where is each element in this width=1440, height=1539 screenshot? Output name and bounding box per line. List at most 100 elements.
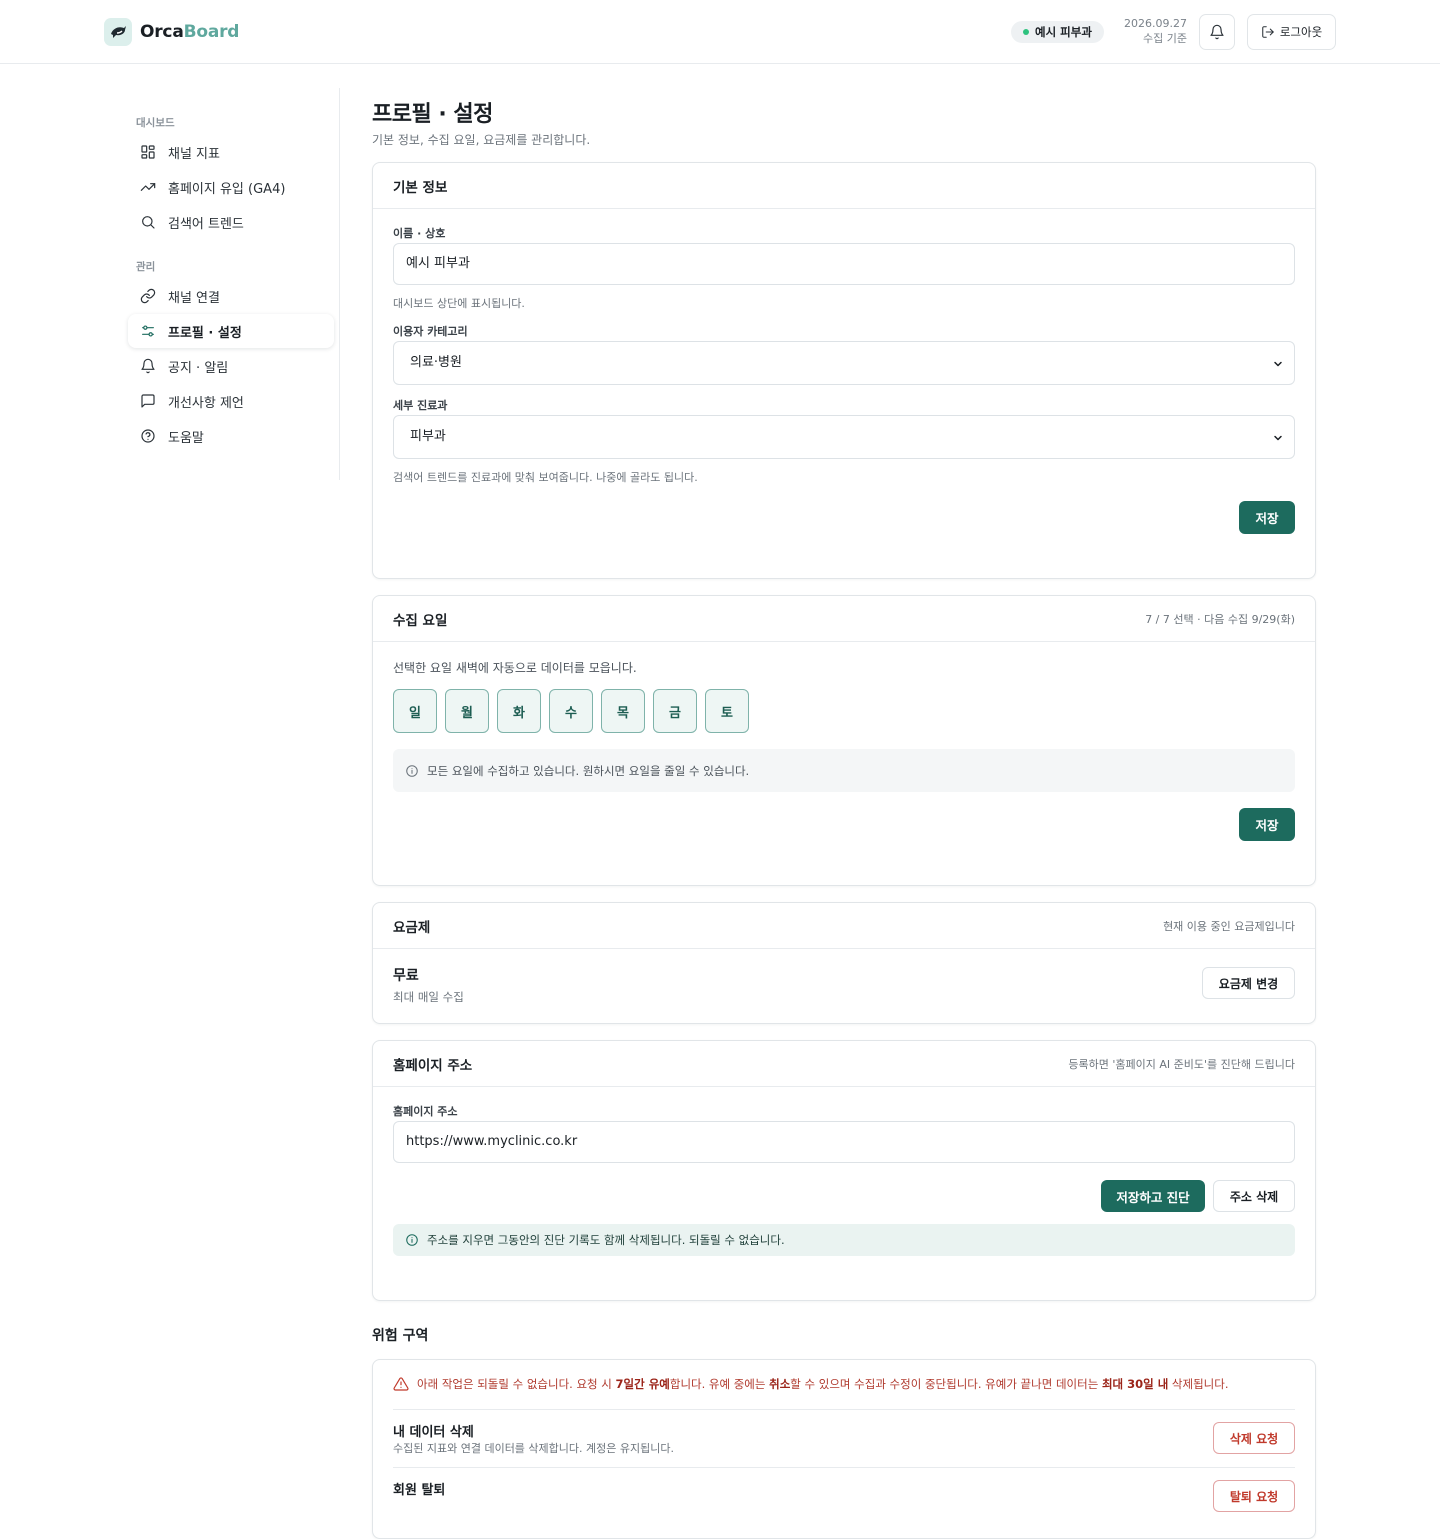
notification-button[interactable] xyxy=(1199,14,1235,50)
divider xyxy=(393,1409,1295,1410)
homepage-card: 홈페이지 주소 등록하면 '홈페이지 AI 준비도'를 진단해 드립니다 홈페이… xyxy=(372,1040,1316,1301)
date-caption: 수집 기준 xyxy=(1143,32,1187,45)
schedule-desc: 선택한 요일 새벽에 자동으로 데이터를 모읍니다. xyxy=(393,661,637,675)
name-input[interactable]: 예시 피부과 xyxy=(393,243,1295,285)
day-toggle-sun[interactable]: 일 xyxy=(393,689,437,733)
day-toggle-tue[interactable]: 화 xyxy=(497,689,541,733)
collection-date: 2026.09.27 수집 기준 xyxy=(1110,16,1187,46)
homepage-meta: 등록하면 '홈페이지 AI 준비도'를 진단해 드립니다 xyxy=(1068,1057,1295,1071)
sidebar-item-notices[interactable]: 공지 · 알림 xyxy=(128,349,334,383)
help-circle-icon xyxy=(141,429,155,443)
sidebar-item-search-trends[interactable]: 검색어 트렌드 xyxy=(128,205,334,239)
sidebar-item-label: 공지 · 알림 xyxy=(168,360,229,376)
sidebar-item-label: 홈페이지 유입 (GA4) xyxy=(168,181,286,197)
sidebar-item-label: 개선사항 제언 xyxy=(168,395,244,411)
category-label: 이용자 카테고리 xyxy=(393,325,468,338)
sidebar-item-channel-connect[interactable]: 채널 연결 xyxy=(128,279,334,313)
category-value: 의료·병원 xyxy=(410,355,462,370)
save-button[interactable]: 저장 xyxy=(1239,808,1295,841)
card-title: 기본 정보 xyxy=(393,179,448,196)
chevron-down-icon xyxy=(1274,435,1282,441)
sliders-icon xyxy=(142,325,154,337)
card-header: 홈페이지 주소 등록하면 '홈페이지 AI 준비도'를 진단해 드립니다 xyxy=(373,1041,1315,1087)
dept-select[interactable]: 피부과 xyxy=(393,415,1295,459)
logout-button[interactable]: 로그아웃 xyxy=(1247,14,1336,50)
url-label: 홈페이지 주소 xyxy=(393,1105,458,1118)
bell-icon xyxy=(1210,24,1224,40)
info-icon xyxy=(406,1234,418,1246)
url-input[interactable]: https://www.myclinic.co.kr xyxy=(393,1121,1295,1163)
sidebar-item-label: 프로필 · 설정 xyxy=(168,325,242,341)
grid-icon xyxy=(141,145,155,159)
warning-triangle-icon xyxy=(393,1377,409,1391)
chevron-down-icon xyxy=(1274,361,1282,367)
search-icon xyxy=(142,216,155,229)
date-value: 2026.09.27 xyxy=(1124,17,1187,30)
delete-data-desc: 수집된 지표와 연결 데이터를 삭제합니다. 계정은 유지됩니다. xyxy=(393,1442,674,1455)
sidebar-section-dashboard: 대시보드 xyxy=(136,117,175,129)
danger-warning-text: 아래 작업은 되돌릴 수 없습니다. 요청 시 7일간 유예합니다. 유예 중에… xyxy=(417,1377,1229,1391)
delete-data-button[interactable]: 삭제 요청 xyxy=(1213,1422,1295,1454)
change-plan-button[interactable]: 요금제 변경 xyxy=(1202,967,1295,999)
delete-data-title: 내 데이터 삭제 xyxy=(393,1425,474,1440)
plan-meta: 현재 이용 중인 요금제입니다 xyxy=(1163,919,1295,933)
day-toggle-thu[interactable]: 목 xyxy=(601,689,645,733)
basic-info-card: 기본 정보 이름 · 상호 예시 피부과 대시보드 상단에 표시됩니다. 이용자… xyxy=(372,162,1316,579)
homepage-note-text: 주소를 지우면 그동안의 진단 기록도 함께 삭제됩니다. 되돌릴 수 없습니다… xyxy=(427,1233,785,1247)
sidebar-item-feedback[interactable]: 개선사항 제언 xyxy=(128,384,334,418)
save-and-diagnose-button[interactable]: 저장하고 진단 xyxy=(1101,1180,1205,1212)
divider xyxy=(393,1467,1295,1468)
day-toggle-wed[interactable]: 수 xyxy=(549,689,593,733)
page-subtitle: 기본 정보, 수집 요일, 요금제를 관리합니다. xyxy=(372,133,591,147)
sidebar-item-help[interactable]: 도움말 xyxy=(128,419,334,453)
day-toggle-fri[interactable]: 금 xyxy=(653,689,697,733)
card-header: 수집 요일 7 / 7 선택 · 다음 수집 9/29(화) xyxy=(373,596,1315,642)
message-icon xyxy=(141,394,155,408)
org-badge: 예시 피부과 xyxy=(1011,21,1104,43)
schedule-card: 수집 요일 7 / 7 선택 · 다음 수집 9/29(화) 선택한 요일 새벽… xyxy=(372,595,1316,886)
withdraw-button[interactable]: 탈퇴 요청 xyxy=(1213,1480,1295,1512)
status-dot xyxy=(1023,29,1029,35)
day-toggle-mon[interactable]: 월 xyxy=(445,689,489,733)
dept-value: 피부과 xyxy=(410,429,446,444)
sidebar-item-label: 채널 지표 xyxy=(168,146,220,162)
danger-warning: 아래 작업은 되돌릴 수 없습니다. 요청 시 7일간 유예합니다. 유예 중에… xyxy=(393,1376,1229,1392)
schedule-meta: 7 / 7 선택 · 다음 수집 9/29(화) xyxy=(1145,612,1295,626)
top-bar: OrcaBoard 예시 피부과 2026.09.27 수집 기준 로그아웃 xyxy=(0,0,1440,64)
card-header: 요금제 현재 이용 중인 요금제입니다 xyxy=(373,903,1315,949)
logout-label: 로그아웃 xyxy=(1279,25,1323,39)
plan-card: 요금제 현재 이용 중인 요금제입니다 무료 최대 매일 수집 요금제 변경 xyxy=(372,902,1316,1024)
page-title: 프로필 · 설정 xyxy=(372,102,493,127)
link-icon xyxy=(140,288,156,304)
day-toggle-sat[interactable]: 토 xyxy=(705,689,749,733)
info-icon xyxy=(406,764,418,777)
category-select[interactable]: 의료·병원 xyxy=(393,341,1295,385)
danger-zone-card: 아래 작업은 되돌릴 수 없습니다. 요청 시 7일간 유예합니다. 유예 중에… xyxy=(372,1359,1316,1539)
schedule-note-text: 모든 요일에 수집하고 있습니다. 원하시면 요일을 줄일 수 있습니다. xyxy=(427,763,750,778)
trend-up-icon xyxy=(140,183,156,191)
sidebar-item-channel-metrics[interactable]: 채널 지표 xyxy=(128,135,334,169)
sidebar-item-profile-settings[interactable]: 프로필 · 설정 xyxy=(128,314,334,348)
dept-label: 세부 진료과 xyxy=(393,399,448,412)
plan-desc: 최대 매일 수집 xyxy=(393,990,464,1004)
sidebar-item-label: 검색어 트렌드 xyxy=(168,216,244,232)
card-header: 기본 정보 xyxy=(373,163,1315,209)
plan-name: 무료 xyxy=(393,968,419,984)
logo[interactable]: OrcaBoard xyxy=(104,18,239,46)
logo-text: OrcaBoard xyxy=(140,22,240,42)
sidebar-item-ga4[interactable]: 홈페이지 유입 (GA4) xyxy=(128,170,334,204)
name-help: 대시보드 상단에 표시됩니다. xyxy=(393,297,525,310)
sidebar-item-label: 채널 연결 xyxy=(168,290,220,306)
danger-zone-title: 위험 구역 xyxy=(372,1328,429,1344)
sidebar-item-label: 도움말 xyxy=(168,430,204,446)
card-title: 홈페이지 주소 xyxy=(393,1057,473,1074)
schedule-note: 모든 요일에 수집하고 있습니다. 원하시면 요일을 줄일 수 있습니다. xyxy=(393,749,1295,792)
bell-icon xyxy=(141,358,155,374)
save-button[interactable]: 저장 xyxy=(1239,501,1295,534)
card-title: 요금제 xyxy=(393,919,431,936)
sidebar: 대시보드 채널 지표 홈페이지 유입 (GA4) 검색어 트렌드 관리 채널 연… xyxy=(128,88,340,480)
logout-icon xyxy=(1262,26,1274,38)
delete-url-button[interactable]: 주소 삭제 xyxy=(1213,1180,1295,1212)
org-name: 예시 피부과 xyxy=(1035,25,1092,39)
withdraw-title: 회원 탈퇴 xyxy=(393,1483,446,1498)
